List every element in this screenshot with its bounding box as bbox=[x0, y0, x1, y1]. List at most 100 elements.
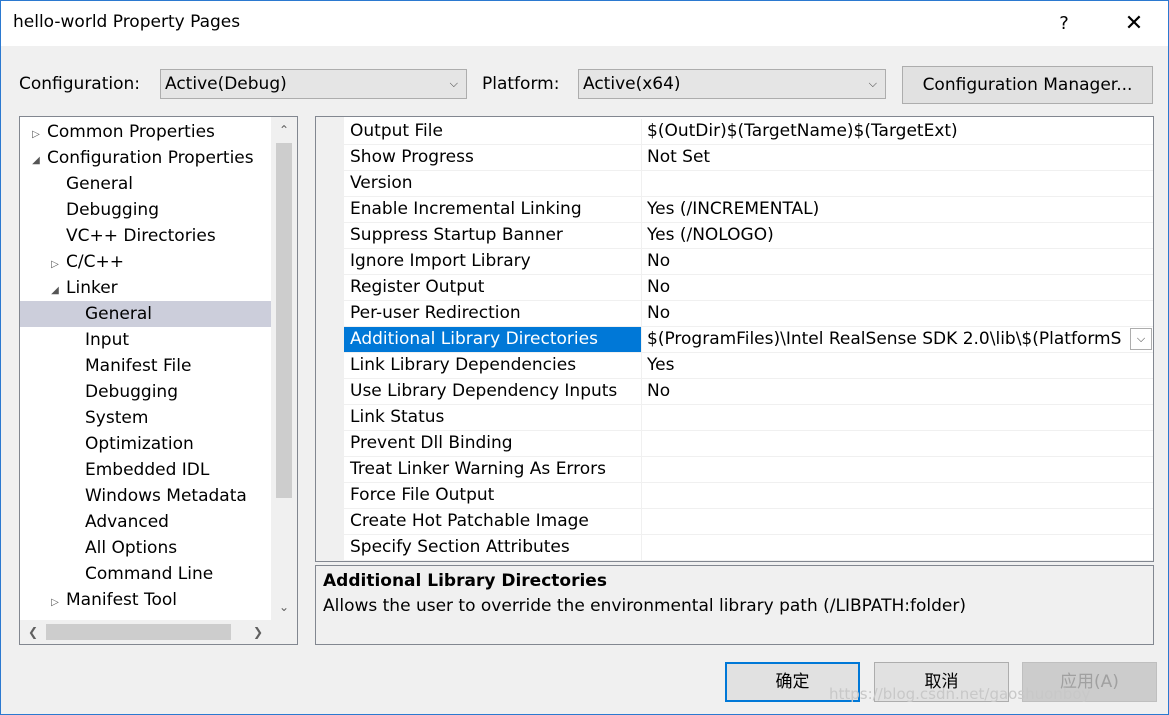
property-grid[interactable]: Output File $(OutDir)$(TargetName)$(Targe… bbox=[315, 116, 1154, 562]
property-value-text: No bbox=[647, 277, 671, 297]
property-value[interactable]: No bbox=[642, 301, 1153, 326]
property-value-text: Yes (/NOLOGO) bbox=[647, 225, 774, 245]
tree-item[interactable]: Optimization bbox=[20, 431, 297, 457]
tree-item[interactable]: Windows Metadata bbox=[20, 483, 297, 509]
scroll-thumb[interactable] bbox=[46, 624, 231, 640]
property-name: Additional Library Directories bbox=[344, 327, 642, 352]
tree-item[interactable]: ▷ Manifest Tool bbox=[20, 587, 297, 613]
tree-item-label: Optimization bbox=[85, 434, 194, 454]
tree-item-label: Manifest Tool bbox=[66, 590, 177, 610]
property-name: Register Output bbox=[344, 275, 642, 300]
property-value[interactable]: No bbox=[642, 379, 1153, 404]
configuration-manager-button[interactable]: Configuration Manager... bbox=[902, 66, 1153, 104]
property-row[interactable]: Link Status bbox=[344, 405, 1153, 431]
property-value[interactable] bbox=[642, 405, 1153, 430]
property-value[interactable] bbox=[642, 171, 1153, 196]
property-row[interactable]: Suppress Startup Banner Yes (/NOLOGO) bbox=[344, 223, 1153, 249]
property-row[interactable]: Version bbox=[344, 171, 1153, 197]
property-value[interactable] bbox=[642, 483, 1153, 508]
property-value-text: No bbox=[647, 251, 671, 271]
property-row[interactable]: Specify Section Attributes bbox=[344, 535, 1153, 561]
property-row[interactable]: Force File Output bbox=[344, 483, 1153, 509]
tree-item[interactable]: Debugging bbox=[20, 197, 297, 223]
description-text: Allows the user to override the environm… bbox=[323, 596, 966, 616]
property-row[interactable]: Show Progress Not Set bbox=[344, 145, 1153, 171]
tree-item-label: General bbox=[66, 174, 133, 194]
tree-item-label: C/C++ bbox=[66, 252, 124, 272]
property-value[interactable]: Yes (/INCREMENTAL) bbox=[642, 197, 1153, 222]
property-value[interactable]: $(OutDir)$(TargetName)$(TargetExt) bbox=[642, 119, 1153, 144]
property-value[interactable]: Not Set bbox=[642, 145, 1153, 170]
scroll-thumb[interactable] bbox=[276, 143, 292, 498]
property-row[interactable]: Output File $(OutDir)$(TargetName)$(Targe… bbox=[344, 119, 1153, 145]
tree-item[interactable]: Advanced bbox=[20, 509, 297, 535]
tree-item-label: General bbox=[85, 304, 152, 324]
property-name: Output File bbox=[344, 119, 642, 144]
property-row[interactable]: Create Hot Patchable Image bbox=[344, 509, 1153, 535]
tree-item[interactable]: Manifest File bbox=[20, 353, 297, 379]
tree-item[interactable]: ◢ Linker bbox=[20, 275, 297, 301]
tree-vertical-scrollbar[interactable]: ⌃ ⌄ bbox=[271, 117, 297, 620]
description-panel: Additional Library Directories Allows th… bbox=[315, 565, 1154, 645]
tree-item[interactable]: Command Line bbox=[20, 561, 297, 587]
tree-item[interactable]: General bbox=[20, 171, 297, 197]
property-row[interactable]: Per-user Redirection No bbox=[344, 301, 1153, 327]
property-value[interactable]: Yes bbox=[642, 353, 1153, 378]
property-name: Force File Output bbox=[344, 483, 642, 508]
scroll-right-icon[interactable]: ❯ bbox=[245, 620, 271, 644]
property-row[interactable]: Treat Linker Warning As Errors bbox=[344, 457, 1153, 483]
property-value[interactable] bbox=[642, 509, 1153, 534]
chevron-down-icon: ⌵ bbox=[868, 77, 877, 90]
property-value[interactable] bbox=[642, 431, 1153, 456]
tree-item[interactable]: General bbox=[20, 301, 297, 327]
tree-item[interactable]: System bbox=[20, 405, 297, 431]
tree-item[interactable]: ▷ C/C++ bbox=[20, 249, 297, 275]
property-row[interactable]: Enable Incremental Linking Yes (/INCREMEN… bbox=[344, 197, 1153, 223]
property-name: Link Status bbox=[344, 405, 642, 430]
tree-horizontal-scrollbar[interactable]: ❮ ❯ bbox=[20, 620, 271, 644]
grid-gutter bbox=[316, 117, 344, 561]
property-value[interactable]: $(ProgramFiles)\Intel RealSense SDK 2.0\… bbox=[642, 327, 1153, 352]
configuration-dropdown[interactable]: Active(Debug) ⌵ bbox=[160, 69, 467, 99]
property-value[interactable]: Yes (/NOLOGO) bbox=[642, 223, 1153, 248]
configuration-value: Active(Debug) bbox=[165, 74, 287, 94]
property-name: Version bbox=[344, 171, 642, 196]
expand-arrow-icon[interactable]: ▷ bbox=[47, 590, 63, 616]
tree-item[interactable]: ◢ Configuration Properties bbox=[20, 145, 278, 171]
window-title: hello-world Property Pages bbox=[13, 12, 241, 32]
property-value[interactable] bbox=[642, 535, 1153, 560]
property-name: Link Library Dependencies bbox=[344, 353, 642, 378]
property-row[interactable]: Prevent Dll Binding bbox=[344, 431, 1153, 457]
property-row[interactable]: Additional Library Directories $(ProgramF… bbox=[344, 327, 1153, 353]
help-button[interactable]: ? bbox=[1041, 1, 1087, 46]
property-value-text: $(ProgramFiles)\Intel RealSense SDK 2.0\… bbox=[647, 329, 1122, 349]
property-tree[interactable]: ▷ Common Properties ◢ Configuration Propert… bbox=[19, 116, 298, 645]
tree-item-label: Advanced bbox=[85, 512, 169, 532]
tree-item-label: Configuration Properties bbox=[47, 148, 254, 168]
description-title: Additional Library Directories bbox=[323, 571, 607, 591]
tree-item-label: Command Line bbox=[85, 564, 214, 584]
tree-item[interactable]: VC++ Directories bbox=[20, 223, 297, 249]
scroll-up-icon[interactable]: ⌃ bbox=[271, 117, 297, 143]
tree-item[interactable]: ▷ Common Properties bbox=[20, 119, 278, 145]
property-value[interactable] bbox=[642, 457, 1153, 482]
property-value-text: Yes (/INCREMENTAL) bbox=[647, 199, 820, 219]
tree-item-label: System bbox=[85, 408, 149, 428]
property-value[interactable]: No bbox=[642, 249, 1153, 274]
property-row[interactable]: Ignore Import Library No bbox=[344, 249, 1153, 275]
scroll-left-icon[interactable]: ❮ bbox=[20, 620, 46, 644]
close-icon[interactable]: ✕ bbox=[1111, 1, 1157, 46]
chevron-down-icon[interactable]: ⌵ bbox=[1130, 328, 1152, 350]
tree-item[interactable]: All Options bbox=[20, 535, 297, 561]
scroll-down-icon[interactable]: ⌄ bbox=[271, 594, 297, 620]
tree-item[interactable]: Debugging bbox=[20, 379, 297, 405]
tree-item[interactable]: Embedded IDL bbox=[20, 457, 297, 483]
property-value[interactable]: No bbox=[642, 275, 1153, 300]
property-row[interactable]: Register Output No bbox=[344, 275, 1153, 301]
property-row[interactable]: Use Library Dependency Inputs No bbox=[344, 379, 1153, 405]
configuration-label: Configuration: bbox=[19, 74, 141, 94]
property-row[interactable]: Link Library Dependencies Yes bbox=[344, 353, 1153, 379]
tree-item[interactable]: Input bbox=[20, 327, 297, 353]
platform-dropdown[interactable]: Active(x64) ⌵ bbox=[578, 69, 886, 99]
property-value-text: No bbox=[647, 381, 671, 401]
